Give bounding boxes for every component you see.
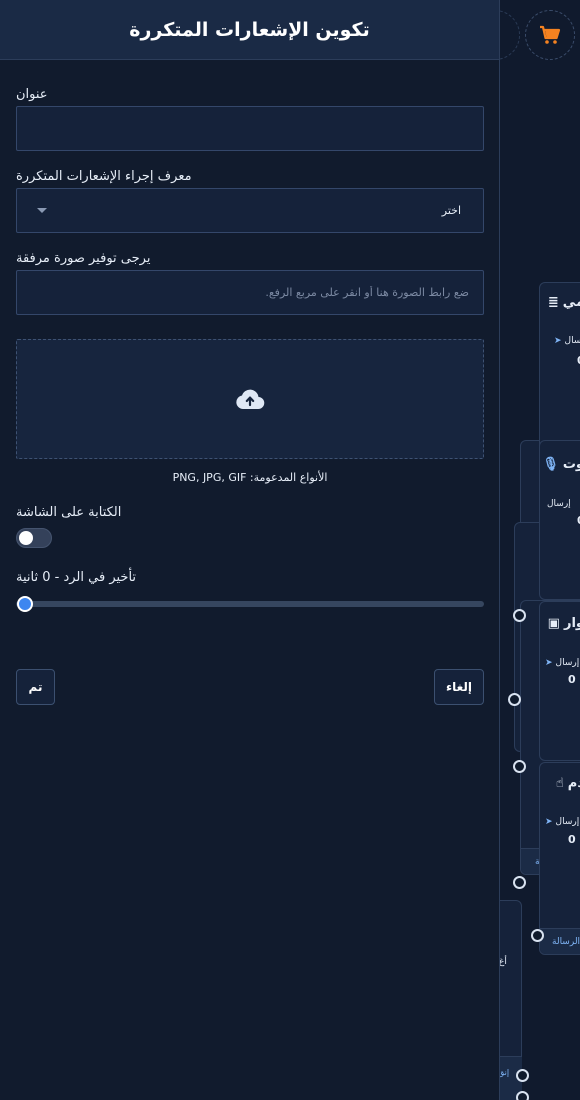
node-port[interactable] xyxy=(516,1091,529,1100)
node-count: 0 xyxy=(568,673,576,686)
supported-types-text: الأنواع المدعومة: PNG, JPG, GIF xyxy=(172,471,328,484)
image-url-input[interactable] xyxy=(16,270,484,315)
hand-icon: ☝ xyxy=(555,776,564,791)
action-id-selected-value: اختر xyxy=(441,204,461,217)
node-send-label: ➤ إرسال xyxy=(545,658,580,668)
node-port[interactable] xyxy=(513,876,526,889)
flow-node-voice[interactable]: 🎙وت إرسال 0 xyxy=(539,440,580,600)
slider-thumb[interactable] xyxy=(17,596,33,612)
panel-header: تكوين الإشعارات المتكررة xyxy=(0,0,499,60)
node-port[interactable] xyxy=(513,760,526,773)
node-title: ≣مي xyxy=(547,295,580,310)
node-partial-label: أغ xyxy=(499,957,507,967)
cloud-upload-icon xyxy=(236,389,265,410)
node-title: ▣ وار xyxy=(547,616,580,631)
cart-button[interactable] xyxy=(525,10,575,60)
node-send-label: ➤رسال xyxy=(554,336,580,346)
toggle-knob xyxy=(19,531,33,545)
node-count: 0 xyxy=(568,833,576,846)
list-icon: ≣ xyxy=(547,295,559,310)
node-send-label: إرسال xyxy=(547,499,571,509)
recurring-notifications-panel: تكوين الإشعارات المتكررة عنوان معرف إجرا… xyxy=(0,0,500,1100)
flow-node-hand[interactable]: ☝دم ➤إرسال 0 الرسالة xyxy=(539,762,580,955)
node-port[interactable] xyxy=(516,1069,529,1082)
node-title: 🎙 وت xyxy=(542,457,580,472)
action-id-select[interactable]: اختر xyxy=(16,188,484,233)
panel-title: تكوين الإشعارات المتكررة xyxy=(129,18,370,41)
response-delay-label: تأخير في الرد - 0 ثانية xyxy=(16,570,137,585)
image-icon: ▣ xyxy=(547,616,560,631)
flow-node-list[interactable]: ≣مي ➤رسال 0 xyxy=(539,282,580,460)
cancel-button[interactable]: إلغاء xyxy=(434,669,484,705)
node-port[interactable] xyxy=(513,609,526,622)
node-title: ☝دم xyxy=(555,776,580,791)
title-input[interactable] xyxy=(16,106,484,151)
send-icon: ➤ xyxy=(545,817,553,827)
mic-icon: 🎙 xyxy=(542,457,559,472)
send-icon: ➤ xyxy=(545,658,553,668)
title-field-label: عنوان xyxy=(16,87,48,102)
typing-toggle-label: الكتابة على الشاشة xyxy=(16,505,122,520)
node-port[interactable] xyxy=(531,929,544,942)
response-delay-slider[interactable] xyxy=(16,601,484,607)
node-footer: الرسالة xyxy=(540,928,580,954)
cart-icon xyxy=(540,25,561,44)
flow-node-image[interactable]: ▣ وار ➤ إرسال 0 xyxy=(539,601,580,761)
node-send-label: ➤ إرسال xyxy=(545,817,580,827)
image-field-label: يرجى توفير صورة مرفقة xyxy=(16,251,151,266)
typing-toggle[interactable] xyxy=(16,528,52,548)
node-port[interactable] xyxy=(508,693,521,706)
chevron-down-icon xyxy=(37,208,47,213)
image-upload-dropzone[interactable] xyxy=(16,339,484,459)
action-id-label: معرف إجراء الإشعارات المتكررة xyxy=(16,169,192,184)
send-icon: ➤ xyxy=(554,336,562,346)
done-button[interactable]: تم xyxy=(16,669,55,705)
